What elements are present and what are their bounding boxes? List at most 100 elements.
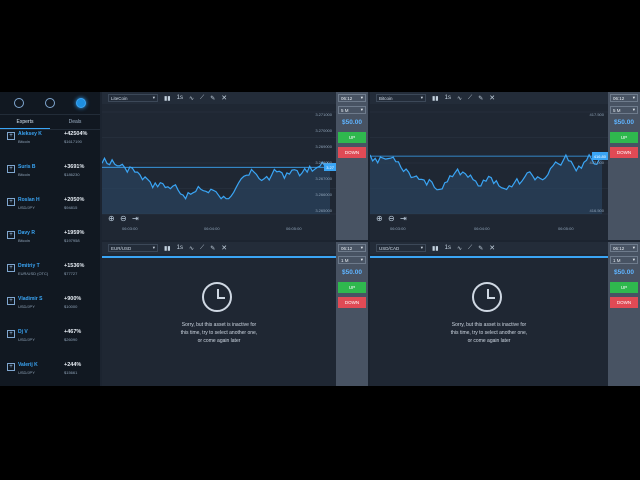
expiry-time-label: 06:12 bbox=[613, 95, 625, 101]
panel-toolbar: LiteCoin ▾ ▮▮ 1s ∿ ⟋ ✎ ✕ bbox=[102, 92, 336, 104]
pencil-icon[interactable]: ✎ bbox=[478, 95, 483, 102]
add-expert-icon[interactable]: + bbox=[7, 198, 15, 206]
draw-icon[interactable]: ⟋ bbox=[200, 95, 204, 102]
expert-row[interactable]: + Vladimir S USD/JPY +900% $10000 bbox=[0, 294, 100, 324]
indicator-icon[interactable]: ∿ bbox=[189, 245, 194, 252]
up-button[interactable]: UP bbox=[338, 132, 366, 143]
duration-select[interactable]: 5 M ▾ bbox=[338, 106, 366, 114]
expiry-time-select[interactable]: 06:12 ▾ bbox=[610, 94, 638, 102]
draw-icon[interactable]: ⟋ bbox=[200, 245, 204, 252]
scroll-icon[interactable]: ⇥ bbox=[400, 214, 407, 223]
zoom-in-icon[interactable]: ⊕ bbox=[108, 214, 115, 223]
timeframe-icon[interactable]: 1s bbox=[177, 245, 183, 251]
scroll-icon[interactable]: ⇥ bbox=[132, 214, 139, 223]
zoom-out-icon[interactable]: ⊖ bbox=[388, 214, 395, 223]
pencil-icon[interactable]: ✎ bbox=[478, 245, 483, 252]
expert-row[interactable]: + Davy R Bitcoin +1959% $197958 bbox=[0, 228, 100, 258]
duration-select[interactable]: 5 M ▾ bbox=[610, 106, 638, 114]
expert-asset: Bitcoin bbox=[18, 238, 31, 243]
candle-icon[interactable]: ▮▮ bbox=[432, 95, 439, 102]
add-expert-icon[interactable]: + bbox=[7, 330, 15, 338]
expert-name: Roslan H bbox=[18, 197, 40, 203]
timeframe-icon[interactable]: 1s bbox=[445, 245, 451, 251]
investment-amount[interactable]: $50.00 bbox=[338, 119, 366, 127]
y-axis-label: 416.500 bbox=[589, 208, 604, 213]
person-icon[interactable] bbox=[14, 98, 25, 108]
add-expert-icon[interactable]: + bbox=[7, 264, 15, 272]
draw-icon[interactable]: ⟋ bbox=[468, 95, 472, 102]
inactive-message: Sorry, but this asset is inactive for th… bbox=[412, 321, 566, 345]
expert-profit-pct: +467% bbox=[64, 329, 82, 335]
price-chart[interactable]: 416.80 417.500 417.000 416.500 06:03:00 06:04… bbox=[370, 106, 608, 240]
add-expert-icon[interactable]: + bbox=[7, 165, 15, 173]
expert-row[interactable]: + Dj V USD/JPY +467% $26090 bbox=[0, 327, 100, 357]
draw-icon[interactable]: ⟋ bbox=[468, 245, 472, 252]
expert-profit-amount: $10000 bbox=[64, 304, 78, 309]
expert-row[interactable]: + Dmitriy T EUR/USD (OTC) +1536% $77727 bbox=[0, 261, 100, 291]
indicator-icon[interactable]: ∿ bbox=[457, 245, 462, 252]
up-button[interactable]: UP bbox=[610, 132, 638, 143]
expiry-time-select[interactable]: 06:12 ▾ bbox=[338, 244, 366, 252]
duration-select[interactable]: 1 M ▾ bbox=[610, 256, 638, 264]
up-button[interactable]: UP bbox=[338, 282, 366, 293]
inactive-message-line: this time, try to select another one, bbox=[450, 330, 528, 336]
tab-deals[interactable]: Deals bbox=[50, 115, 100, 129]
expert-name: Dmitriy T bbox=[18, 263, 40, 269]
price-chart[interactable]: 3.27 3.271000 3.270000 3.269000 3.268000 3.26… bbox=[102, 106, 336, 240]
power-icon[interactable] bbox=[75, 98, 86, 108]
candle-icon[interactable]: ▮▮ bbox=[432, 245, 439, 252]
asset-select[interactable]: Bitcoin ▾ bbox=[376, 94, 426, 102]
expiry-time-select[interactable]: 06:12 ▾ bbox=[610, 244, 638, 252]
y-axis-label: 417.000 bbox=[589, 160, 604, 165]
expiry-time-select[interactable]: 06:12 ▾ bbox=[338, 94, 366, 102]
indicator-icon[interactable]: ∿ bbox=[189, 95, 194, 102]
add-expert-icon[interactable]: + bbox=[7, 231, 15, 239]
expert-row[interactable]: + Suris B Bitcoin +3691% $186230 bbox=[0, 162, 100, 192]
pencil-icon[interactable]: ✎ bbox=[210, 245, 215, 252]
down-button[interactable]: DOWN bbox=[338, 297, 366, 308]
candle-icon[interactable]: ▮▮ bbox=[164, 95, 171, 102]
pencil-icon[interactable]: ✎ bbox=[210, 95, 215, 102]
asset-select[interactable]: LiteCoin ▾ bbox=[108, 94, 158, 102]
tab-experts[interactable]: Experts bbox=[0, 115, 50, 129]
investment-amount[interactable]: $50.00 bbox=[338, 269, 366, 277]
candle-icon[interactable]: ▮▮ bbox=[164, 245, 171, 252]
chevron-down-icon: ▾ bbox=[152, 245, 155, 250]
zoom-in-icon[interactable]: ⊕ bbox=[376, 214, 383, 223]
chevron-down-icon: ▾ bbox=[632, 95, 635, 100]
expiry-time-label: 06:12 bbox=[613, 245, 625, 251]
y-axis-label: 3.268000 bbox=[315, 160, 332, 165]
asset-select[interactable]: EUR/USD ▾ bbox=[108, 244, 158, 252]
expiry-time-label: 06:12 bbox=[341, 95, 353, 101]
close-icon[interactable]: ✕ bbox=[221, 94, 227, 102]
chart-panel-litecoin: LiteCoin ▾ ▮▮ 1s ∿ ⟋ ✎ ✕ 3.27 3.271000 3.27… bbox=[102, 92, 368, 240]
expert-row[interactable]: + Roslan H USD/JPY +2050% $94815 bbox=[0, 195, 100, 225]
down-button[interactable]: DOWN bbox=[610, 147, 638, 158]
expert-asset: USD/JPY bbox=[18, 205, 35, 210]
close-icon[interactable]: ✕ bbox=[489, 94, 495, 102]
down-button[interactable]: DOWN bbox=[610, 297, 638, 308]
expert-row[interactable]: + Valerij K USD/JPY +244% $15661 bbox=[0, 360, 100, 386]
up-button[interactable]: UP bbox=[610, 282, 638, 293]
indicator-icon[interactable]: ∿ bbox=[457, 95, 462, 102]
inactive-message-line: this time, try to select another one, bbox=[180, 330, 258, 336]
expert-asset: USD/JPY bbox=[18, 337, 35, 342]
close-icon[interactable]: ✕ bbox=[489, 244, 495, 252]
add-expert-icon[interactable]: + bbox=[7, 363, 15, 371]
close-icon[interactable]: ✕ bbox=[221, 244, 227, 252]
add-expert-icon[interactable]: + bbox=[7, 132, 15, 140]
zoom-out-icon[interactable]: ⊖ bbox=[120, 214, 127, 223]
asset-select-label: Bitcoin bbox=[379, 95, 393, 101]
asset-select[interactable]: USD/CAD ▾ bbox=[376, 244, 426, 252]
expert-name: Vladimir S bbox=[18, 296, 43, 302]
expert-row[interactable]: + Aleksey K Bitcoin +42504% $1617190 bbox=[0, 129, 100, 159]
investment-amount[interactable]: $50.00 bbox=[610, 119, 638, 127]
investment-amount[interactable]: $50.00 bbox=[610, 269, 638, 277]
add-expert-icon[interactable]: + bbox=[7, 297, 15, 305]
duration-select[interactable]: 1 M ▾ bbox=[338, 256, 366, 264]
down-button[interactable]: DOWN bbox=[338, 147, 366, 158]
timeframe-icon[interactable]: 1s bbox=[177, 95, 183, 101]
timeframe-icon[interactable]: 1s bbox=[445, 95, 451, 101]
globe-icon[interactable] bbox=[44, 98, 55, 108]
expert-profit-pct: +1536% bbox=[64, 263, 85, 269]
